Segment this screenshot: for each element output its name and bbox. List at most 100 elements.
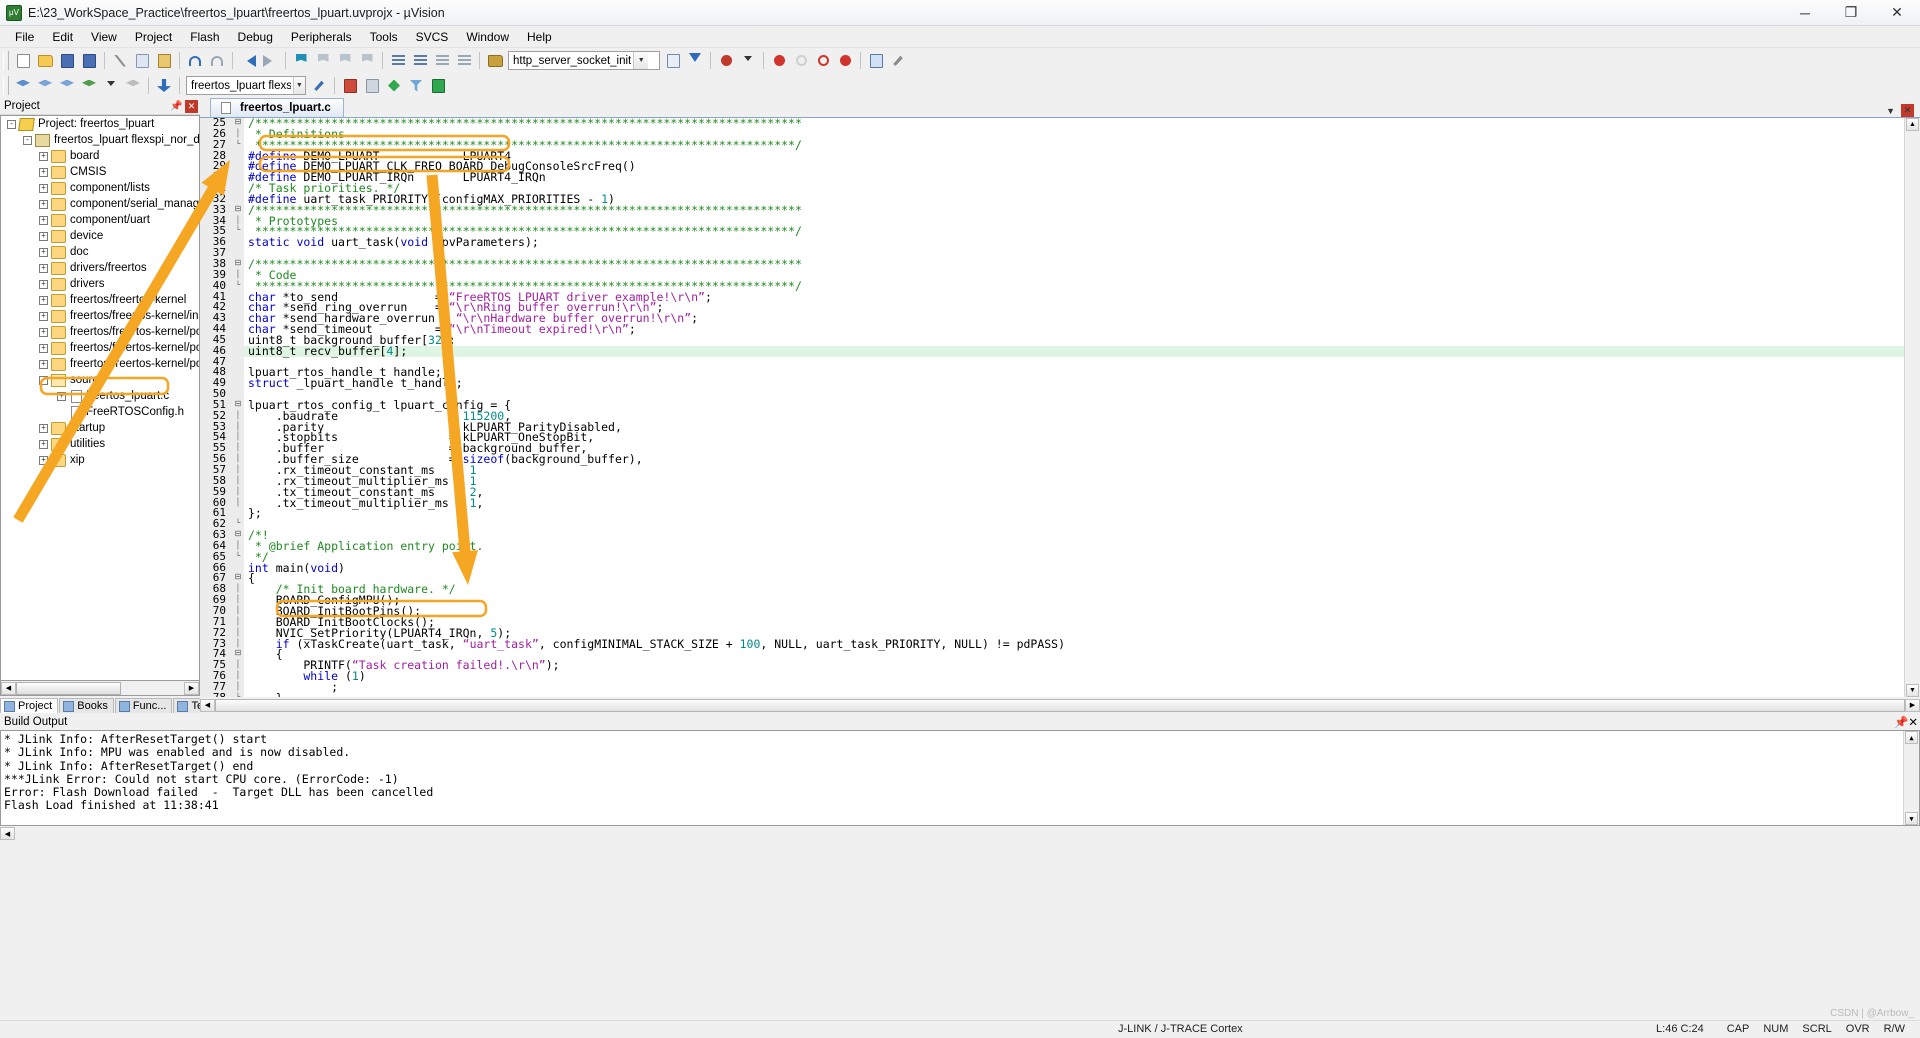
tree-item[interactable]: + component/lists — [1, 180, 199, 196]
expand-icon[interactable]: + — [39, 263, 48, 273]
fold-marker[interactable] — [232, 562, 244, 574]
filter-icon[interactable] — [405, 75, 427, 96]
build-vscrollbar[interactable]: ▲ ▼ — [1903, 731, 1919, 825]
fold-marker[interactable] — [232, 291, 244, 303]
find-dropdown-icon[interactable] — [737, 50, 759, 71]
menu-item-file[interactable]: File — [6, 28, 43, 46]
fold-marker[interactable]: ⊟ — [232, 118, 244, 129]
fold-marker[interactable]: └ — [232, 226, 244, 238]
fold-marker[interactable] — [232, 302, 244, 314]
target-combo[interactable]: freertos_lpuart flexspi_n▼ — [186, 76, 306, 95]
fold-marker[interactable]: │ — [232, 269, 244, 281]
goto-definition-icon[interactable] — [684, 50, 706, 71]
maximize-button[interactable]: ❐ — [1828, 0, 1874, 26]
code-line[interactable]: 76 │ while (1) — [200, 670, 1904, 682]
new-file-icon[interactable] — [12, 50, 34, 71]
outdent-icon[interactable] — [409, 50, 431, 71]
fold-marker[interactable] — [232, 345, 244, 357]
tree-item[interactable]: + freertos/freertos-kernel/inclu — [1, 308, 199, 324]
tree-item[interactable]: + drivers — [1, 276, 199, 292]
tree-item[interactable]: - freertos_lpuart flexspi_nor_debug — [1, 132, 199, 148]
expand-icon[interactable]: + — [39, 343, 48, 353]
menu-item-peripherals[interactable]: Peripherals — [282, 28, 361, 46]
menu-item-help[interactable]: Help — [518, 28, 561, 46]
fold-marker[interactable]: ⊟ — [232, 258, 244, 270]
expand-icon[interactable]: + — [39, 231, 48, 241]
code-line[interactable]: 60 │ .tx_timeout_multiplier_ms = 1, — [200, 497, 1904, 509]
code-editor[interactable]: 25 ⊟/************************************… — [200, 118, 1920, 697]
chevron-down-icon[interactable]: ▼ — [633, 52, 649, 69]
bookmark-prev-icon[interactable] — [312, 50, 334, 71]
pin-icon[interactable]: 📌 — [170, 101, 183, 112]
code-line[interactable]: 47 — [200, 356, 1904, 368]
panel-tab-books[interactable]: Books — [59, 698, 114, 713]
fold-marker[interactable] — [232, 367, 244, 379]
tree-item[interactable]: + freertos/freertos-kernel/port. — [1, 340, 199, 356]
fold-marker[interactable]: ⊟ — [232, 573, 244, 585]
fold-marker[interactable]: │ — [232, 616, 244, 628]
collapse-icon[interactable]: - — [39, 375, 48, 385]
close-button[interactable]: ✕ — [1874, 0, 1920, 26]
browse-symbols-icon[interactable] — [662, 50, 684, 71]
tree-item[interactable]: + doc — [1, 244, 199, 260]
project-tree-hscrollbar[interactable]: ◀ ▶ — [0, 681, 200, 696]
collapse-icon[interactable]: - — [23, 135, 32, 145]
fold-marker[interactable]: │ — [232, 128, 244, 140]
uncomment-icon[interactable] — [453, 50, 475, 71]
editor-vscrollbar[interactable]: ▲ ▼ — [1904, 118, 1920, 697]
tree-item[interactable]: - Project: freertos_lpuart — [1, 116, 199, 132]
fold-marker[interactable] — [232, 334, 244, 346]
tree-item[interactable]: + startup — [1, 420, 199, 436]
tree-item[interactable]: + board — [1, 148, 199, 164]
code-line[interactable]: 25 ⊟/************************************… — [200, 118, 1904, 129]
menu-item-svcs[interactable]: SVCS — [407, 28, 458, 46]
scroll-up-arrow-icon[interactable]: ▲ — [1905, 731, 1918, 744]
tree-item[interactable]: + freertos/freertos-kernel/port. — [1, 356, 199, 372]
tree-item[interactable]: + freertos/freertos-kernel — [1, 292, 199, 308]
tree-item[interactable]: + component/uart — [1, 212, 199, 228]
navigate-forward-icon[interactable] — [259, 50, 281, 71]
tree-item[interactable]: - source — [1, 372, 199, 388]
toolbar-grip[interactable] — [3, 51, 9, 70]
code-line[interactable]: 46 uint8_t recv_buffer[4]; — [200, 345, 1904, 357]
build-hscrollbar[interactable]: ◀ — [0, 826, 1920, 841]
fold-marker[interactable]: ⊟ — [232, 649, 244, 661]
expand-icon[interactable]: + — [39, 455, 48, 465]
expand-icon[interactable]: + — [39, 423, 48, 433]
tree-item[interactable]: + xip — [1, 452, 199, 468]
expand-icon[interactable]: + — [39, 199, 48, 209]
code-line[interactable]: 70 │ BOARD_InitBootPins(); — [200, 605, 1904, 617]
fold-marker[interactable]: │ — [232, 497, 244, 509]
pin-icon[interactable]: 📌 — [1894, 715, 1908, 729]
code-line[interactable]: 64 │ * @brief Application entry point. — [200, 540, 1904, 552]
fold-marker[interactable]: │ — [232, 410, 244, 422]
editor-hscrollbar[interactable]: ◀ ▶ — [200, 697, 1920, 713]
bookmark-toggle-icon[interactable] — [290, 50, 312, 71]
manage-windows-icon[interactable] — [865, 50, 887, 71]
close-icon[interactable]: ✕ — [185, 99, 198, 113]
code-lines[interactable]: 25 ⊟/************************************… — [200, 118, 1904, 697]
fold-marker[interactable] — [232, 237, 244, 249]
fold-marker[interactable] — [232, 161, 244, 173]
fold-marker[interactable]: │ — [232, 605, 244, 617]
scroll-thumb[interactable] — [215, 698, 1905, 712]
download-icon[interactable] — [153, 75, 175, 96]
fold-marker[interactable]: │ — [232, 671, 244, 682]
breakpoint-disable-icon[interactable] — [790, 50, 812, 71]
scroll-up-arrow-icon[interactable]: ▲ — [1906, 118, 1919, 131]
expand-icon[interactable]: + — [39, 295, 48, 305]
fold-marker[interactable]: │ — [232, 421, 244, 433]
expand-icon[interactable]: + — [39, 167, 48, 177]
configure-icon[interactable] — [887, 50, 909, 71]
code-line[interactable]: 30 #define DEMO_LPUART_IRQn LPUART4_IRQn — [200, 171, 1904, 184]
scroll-down-arrow-icon[interactable]: ▼ — [1906, 684, 1919, 697]
fold-marker[interactable] — [232, 183, 244, 194]
close-icon[interactable]: ✕ — [1908, 715, 1918, 729]
project-tree[interactable]: - Project: freertos_lpuart - freertos_lpuar… — [0, 115, 200, 681]
fold-marker[interactable]: │ — [232, 465, 244, 476]
fold-marker[interactable]: │ — [232, 638, 244, 650]
panel-tab-func[interactable]: Func... — [114, 698, 173, 713]
fold-marker[interactable] — [232, 356, 244, 368]
cut-icon[interactable] — [109, 50, 131, 71]
code-line[interactable]: 78└ } — [200, 692, 1904, 697]
